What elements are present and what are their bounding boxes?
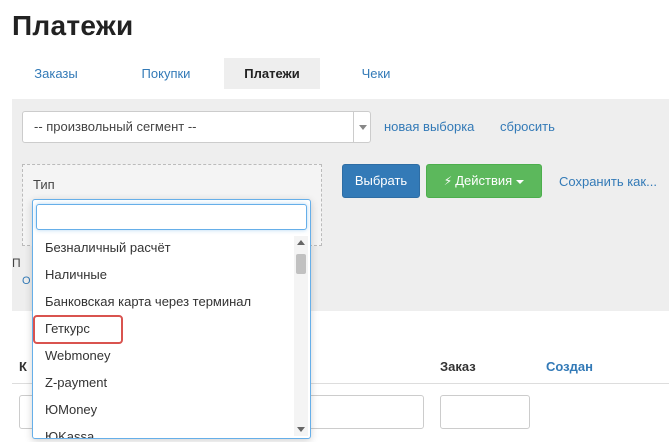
caret-down-icon [516,179,525,184]
filter-field-order[interactable] [440,395,530,429]
column-header-order[interactable]: Заказ [440,359,476,374]
dropdown-option[interactable]: ЮKassa [33,423,291,438]
tabs-bar: Заказы Покупки Платежи Чеки [12,58,669,89]
tab-orders[interactable]: Заказы [22,58,90,89]
partially-hidden-link[interactable]: О [22,275,31,287]
partially-hidden-label: П [12,256,21,270]
dropdown-option[interactable]: Банковская карта через терминал [33,288,291,315]
reset-link[interactable]: сбросить [500,119,555,134]
tab-receipts[interactable]: Чеки [342,58,410,89]
dropdown-option[interactable]: Z-payment [33,369,291,396]
scrollbar-thumb[interactable] [296,254,306,274]
scroll-down-icon[interactable] [297,427,305,432]
dropdown-option[interactable]: Webmoney [33,342,291,369]
bolt-icon: ⚡ [443,174,453,188]
dropdown-scrollbar[interactable] [294,236,308,436]
dropdown-option[interactable]: Наличные [33,261,291,288]
column-header-created[interactable]: Создан [546,359,593,374]
filter-field-second[interactable] [296,395,424,429]
type-filter-label: Тип [33,177,55,192]
select-button[interactable]: Выбрать [342,164,420,198]
tab-purchases[interactable]: Покупки [122,58,210,89]
highlight-box [33,315,123,344]
scroll-up-icon[interactable] [297,240,305,245]
save-as-link[interactable]: Сохранить как... [559,174,657,189]
segment-select-value: -- произвольный сегмент -- [34,119,197,134]
chevron-down-icon [353,112,370,142]
dropdown-option[interactable]: Безналичный расчёт [33,234,291,261]
page-title: Платежи [12,10,134,41]
column-header-first[interactable]: К [19,359,27,374]
actions-button-label: Действия [455,173,513,188]
dropdown-option[interactable]: ЮMoney [33,396,291,423]
segment-select[interactable]: -- произвольный сегмент -- [22,111,371,143]
tab-payments[interactable]: Платежи [224,58,320,89]
dropdown-search-input[interactable] [36,204,307,230]
new-sample-link[interactable]: новая выборка [384,119,474,134]
actions-button[interactable]: ⚡ Действия [426,164,542,198]
